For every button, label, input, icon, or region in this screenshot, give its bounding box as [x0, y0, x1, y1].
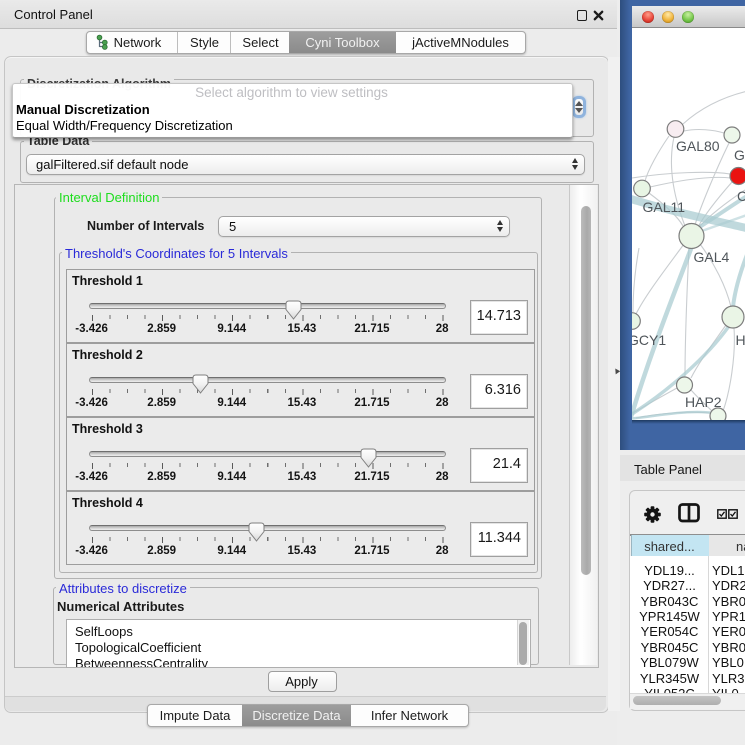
- svg-text:H: H: [736, 332, 745, 348]
- svg-text:HAP2: HAP2: [685, 394, 722, 410]
- svg-text:GAL4: GAL4: [694, 249, 730, 265]
- svg-text:GA: GA: [734, 147, 745, 163]
- svg-text:GCY1: GCY1: [632, 332, 666, 348]
- svg-text:C: C: [737, 188, 745, 204]
- svg-text:GAL80: GAL80: [676, 138, 720, 154]
- svg-text:GAL11: GAL11: [643, 199, 686, 215]
